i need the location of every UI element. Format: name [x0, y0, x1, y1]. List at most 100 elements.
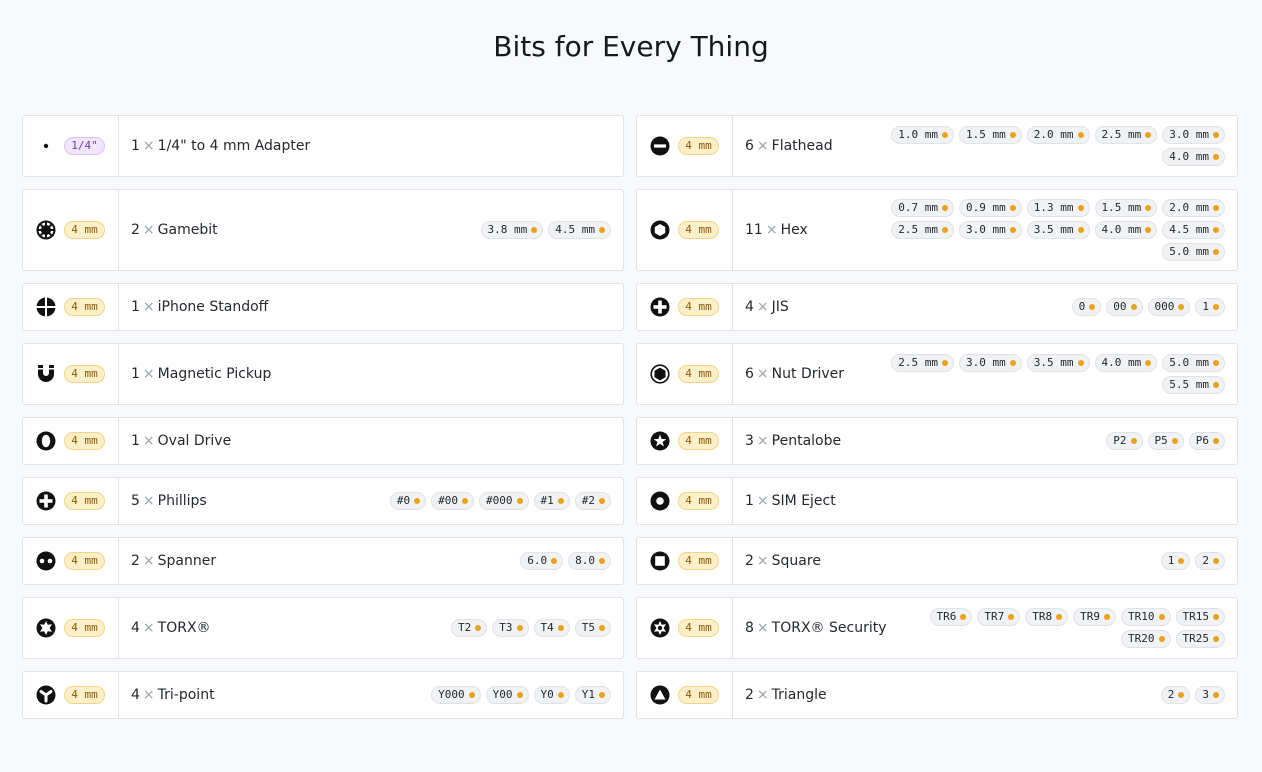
bit-size-list: 3.8 mm 4.5 mm: [480, 215, 611, 245]
bit-quantity: 5: [131, 493, 140, 509]
drive-badge: 4 mm: [637, 344, 733, 404]
bit-size-chip: 1.3 mm: [1026, 199, 1090, 217]
bit-size-chip: 1: [1195, 298, 1225, 316]
bit-size-label: 5.0 mm: [1169, 356, 1209, 369]
in-stock-dot-icon: [1077, 227, 1084, 233]
bit-size-label: 2: [1167, 688, 1175, 701]
bit-size-label: 4.5 mm: [1169, 223, 1209, 236]
bit-quantity: 4: [745, 299, 754, 315]
drive-badge: 4 mm: [23, 344, 119, 404]
bit-size-chip: 4.0 mm: [1162, 148, 1225, 166]
bit-size-label: 1.0 mm: [898, 128, 938, 141]
jis-icon: [650, 297, 670, 317]
times-icon: ×: [142, 620, 155, 636]
in-stock-dot-icon: [1158, 614, 1165, 620]
bit-size-list: 0 00 000 1: [1071, 292, 1225, 322]
bit-size-label: TR9: [1080, 610, 1100, 623]
in-stock-dot-icon: [557, 498, 564, 504]
bit-size-chip: #00: [431, 492, 474, 510]
in-stock-dot-icon: [516, 498, 523, 504]
bit-type-label: Square: [771, 553, 821, 569]
flathead-icon: [650, 136, 670, 156]
pentalobe-icon: [650, 431, 670, 451]
drive-badge: 4 mm: [637, 190, 733, 270]
in-stock-dot-icon: [1089, 304, 1096, 310]
bit-size-label: 1: [1202, 300, 1209, 313]
in-stock-dot-icon: [516, 625, 523, 631]
in-stock-dot-icon: [1130, 304, 1137, 310]
bit-type-label: Nut Driver: [771, 366, 845, 382]
in-stock-dot-icon: [1009, 205, 1016, 211]
bit-size-chip: T5: [574, 619, 611, 637]
bit-set-row: 4 mm 5 × Phillips #0 #00 #000 #1 #2: [22, 477, 624, 525]
bit-set-name: 11 × Hex: [745, 222, 808, 238]
bit-quantity: 1: [131, 366, 140, 382]
in-stock-dot-icon: [1145, 360, 1152, 366]
bit-size-chip: 3.5 mm: [1026, 221, 1090, 239]
in-stock-dot-icon: [1213, 558, 1219, 564]
drive-badge: 4 mm: [23, 284, 119, 330]
bit-set-info: 6 × Flathead 1.0 mm 1.5 mm 2.0 mm 2.5 mm 3.0 mm…: [733, 116, 1237, 176]
bit-size-label: 0.7 mm: [898, 201, 938, 214]
in-stock-dot-icon: [1213, 692, 1219, 698]
iphone-standoff-icon: [36, 297, 57, 317]
page-title: Bits for Every Thing: [493, 30, 769, 63]
in-stock-dot-icon: [468, 692, 475, 698]
bit-set-name: 8 × TORX® Security: [745, 620, 887, 636]
bit-quantity: 3: [745, 433, 754, 449]
bit-set-info: 1 × Magnetic Pickup: [119, 344, 623, 404]
in-stock-dot-icon: [599, 498, 605, 504]
bit-size-label: #1: [540, 494, 554, 507]
bit-set-name: 5 × Phillips: [131, 493, 207, 509]
drive-badge: 4 mm: [637, 284, 733, 330]
bit-set-info: 1 × iPhone Standoff: [119, 284, 623, 330]
bit-size-chip: 0: [1071, 298, 1102, 316]
times-icon: ×: [756, 687, 769, 703]
drive-badge: 4 mm: [637, 598, 733, 658]
bit-size-list: 12: [1160, 546, 1225, 576]
bit-size-list: 23: [1160, 680, 1225, 710]
drive-size-pill: 4 mm: [64, 686, 105, 704]
bit-quantity: 2: [745, 553, 754, 569]
bit-size-label: TR7: [984, 610, 1005, 623]
bit-size-chip: #0: [389, 492, 427, 510]
bit-grid: 1/4" 1 × 1/4" to 4 mm Adapter 4 mm 2 × Gamebit 3…: [22, 115, 1238, 719]
in-stock-dot-icon: [1178, 304, 1185, 310]
drive-size-pill: 4 mm: [678, 432, 719, 450]
bit-quantity: 2: [745, 687, 754, 703]
bit-set-info: 2 × Spanner 6.0 8.0: [119, 538, 623, 584]
drive-badge: 4 mm: [637, 418, 733, 464]
in-stock-dot-icon: [1104, 614, 1110, 620]
bit-set-row: 4 mm 8 × TORX® Security TR6 TR7 TR8 TR9 TR10 TR15…: [636, 597, 1238, 659]
square-icon: [650, 551, 670, 571]
in-stock-dot-icon: [551, 558, 558, 564]
drive-size-pill: 4 mm: [64, 552, 105, 570]
bit-size-label: P6: [1195, 434, 1209, 447]
bit-set-name: 2 × Gamebit: [131, 222, 218, 238]
bit-size-chip: 2.5 mm: [891, 354, 954, 372]
in-stock-dot-icon: [557, 625, 564, 631]
bit-set-info: 4 × JIS 0 00 000 1: [733, 284, 1237, 330]
bit-size-chip: T3: [492, 619, 529, 637]
bit-size-chip: Y0: [533, 686, 570, 704]
bit-size-chip: T4: [533, 619, 570, 637]
bit-set-row: 4 mm 2 × Spanner 6.0 8.0: [22, 537, 624, 585]
bit-set-row: 4 mm 6 × Flathead 1.0 mm 1.5 mm 2.0 mm 2.5 mm 3.…: [636, 115, 1238, 177]
bit-size-label: Y000: [438, 688, 465, 701]
bit-set-name: 1 × SIM Eject: [745, 493, 836, 509]
bit-set-info: 6 × Nut Driver 2.5 mm 3.0 mm 3.5 mm 4.0 mm 5.0 …: [733, 344, 1237, 404]
bit-size-label: TR8: [1032, 610, 1053, 623]
in-stock-dot-icon: [414, 498, 421, 504]
bit-set-name: 1 × iPhone Standoff: [131, 299, 268, 315]
bit-size-label: 2.5 mm: [898, 356, 938, 369]
bit-size-label: 1: [1167, 554, 1175, 567]
bit-set-name: 4 × Tri-point: [131, 687, 215, 703]
drive-size-pill: 4 mm: [64, 298, 105, 316]
in-stock-dot-icon: [1171, 438, 1178, 444]
bit-size-label: 3.0 mm: [1169, 128, 1209, 141]
drive-size-pill: 4 mm: [678, 298, 719, 316]
tri-point-icon: [36, 685, 56, 705]
bit-quantity: 1: [131, 138, 140, 154]
bit-set-info: 1 × 1/4" to 4 mm Adapter: [119, 116, 623, 176]
bit-set-info: 5 × Phillips #0 #00 #000 #1 #2: [119, 478, 623, 524]
